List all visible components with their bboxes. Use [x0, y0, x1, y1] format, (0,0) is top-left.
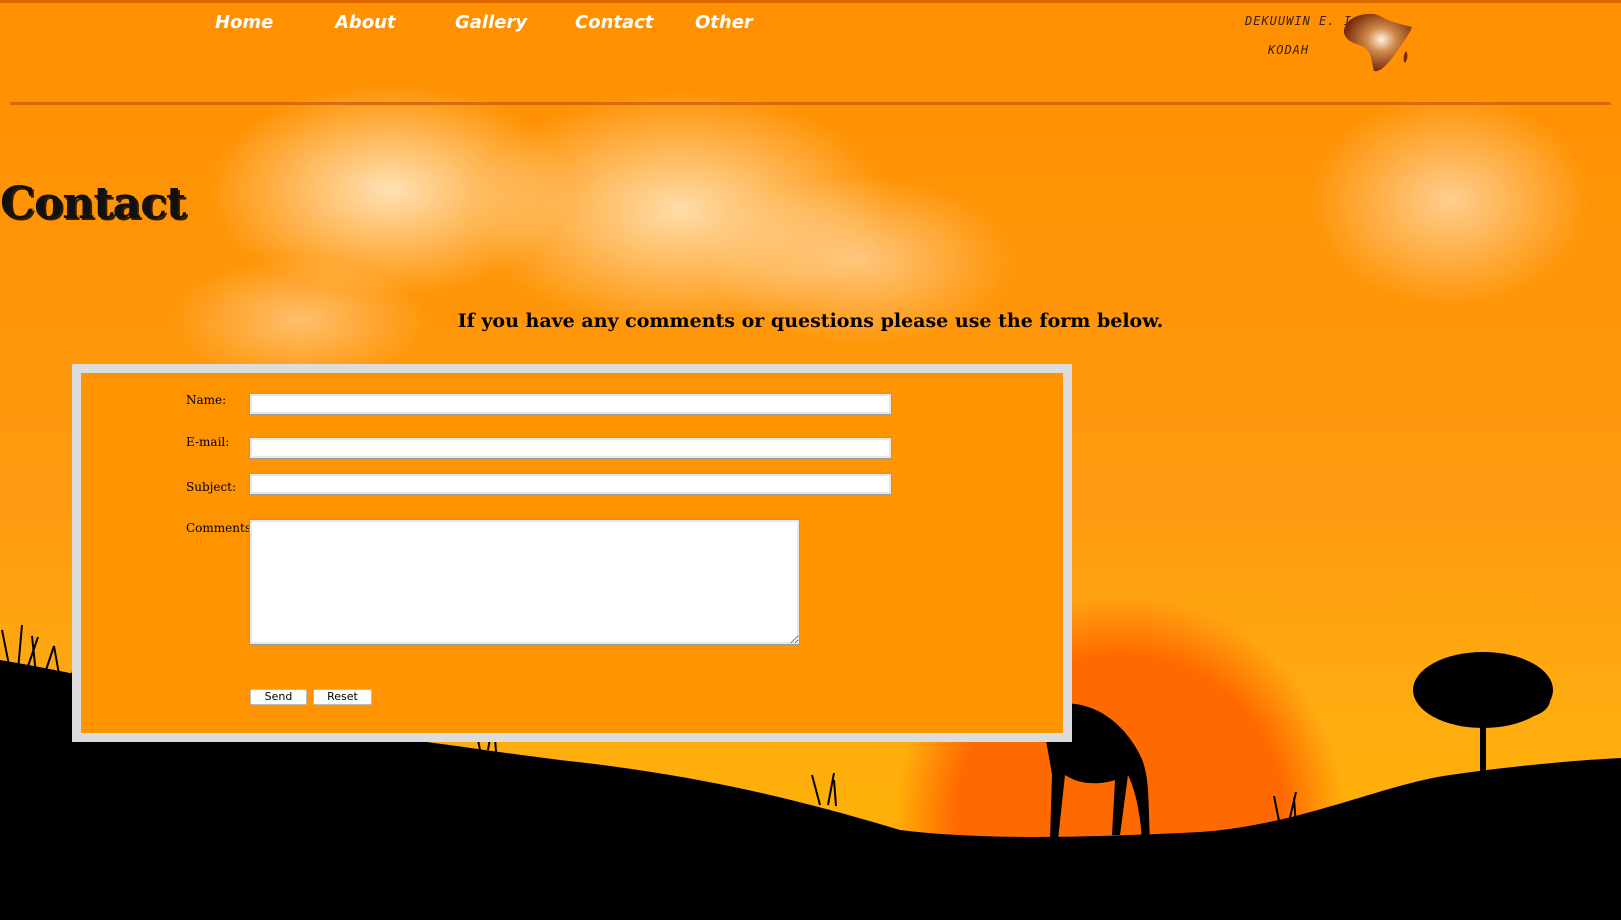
- intro-text: If you have any comments or questions pl…: [0, 310, 1621, 332]
- author-name-line2: KODAH: [1268, 43, 1310, 57]
- nav-home-link[interactable]: Home: [215, 12, 273, 33]
- send-button[interactable]: Send: [250, 689, 307, 705]
- comments-label: Comments:: [186, 521, 256, 535]
- nav-about-link[interactable]: About: [335, 12, 396, 33]
- header-top-border: [0, 0, 1621, 3]
- nav-contact-link[interactable]: Contact: [575, 12, 653, 33]
- page-title: Contact: [0, 178, 186, 229]
- name-label: Name:: [186, 393, 227, 407]
- reset-button[interactable]: Reset: [313, 689, 372, 705]
- name-input[interactable]: [249, 393, 892, 415]
- email-label: E-mail:: [186, 435, 230, 449]
- comments-textarea[interactable]: [249, 519, 800, 645]
- subject-label: Subject:: [186, 480, 237, 494]
- email-input[interactable]: [249, 437, 892, 459]
- africa-map-icon: [1343, 13, 1412, 72]
- intro-text-label: If you have any comments or questions pl…: [457, 310, 1164, 332]
- header-divider: [10, 102, 1611, 105]
- contact-form: Name: E-mail: Subject: Comments: Send Re…: [72, 364, 1072, 742]
- nav-gallery-link[interactable]: Gallery: [455, 12, 527, 33]
- nav-other-link[interactable]: Other: [695, 12, 753, 33]
- subject-input[interactable]: [249, 473, 892, 495]
